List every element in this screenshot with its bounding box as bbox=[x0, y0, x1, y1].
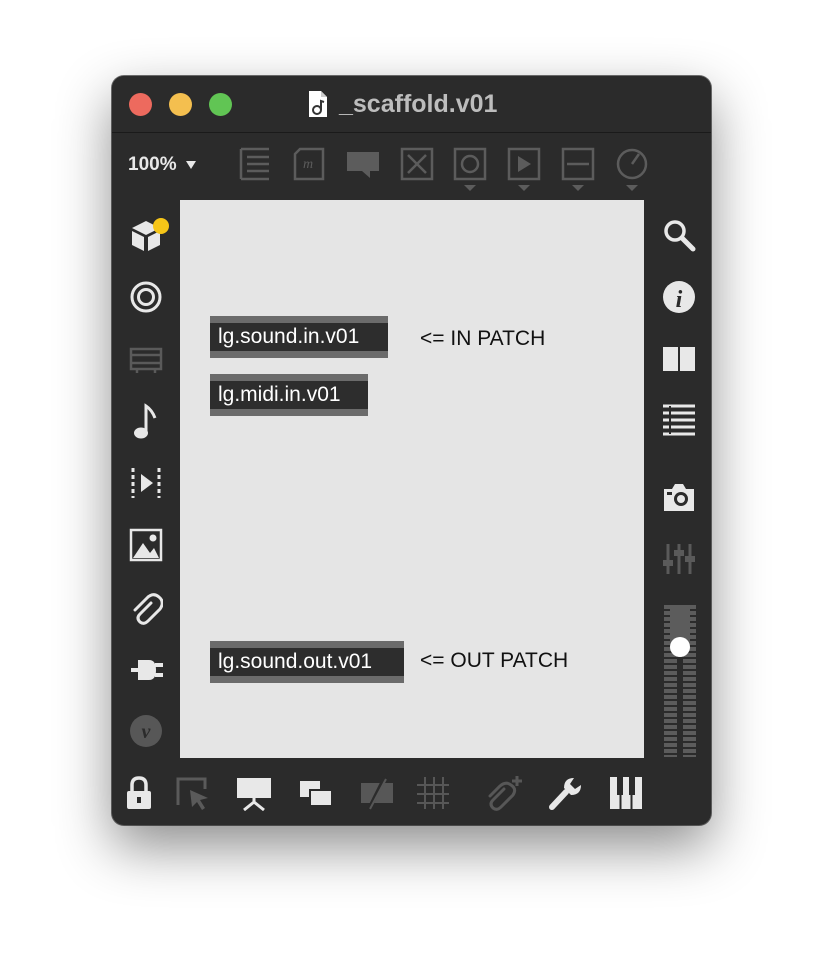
comment-text[interactable]: <= OUT PATCH bbox=[420, 649, 568, 673]
add-attachment-icon[interactable] bbox=[484, 775, 524, 811]
comment-text[interactable]: <= IN PATCH bbox=[420, 327, 545, 351]
hide-icon[interactable] bbox=[359, 775, 395, 811]
wrench-icon[interactable] bbox=[548, 775, 584, 811]
patcher-window: _scaffold.v01 100% m v lg.sound.in.v01 l… bbox=[112, 76, 711, 825]
video-icon[interactable] bbox=[129, 346, 163, 374]
image-icon[interactable] bbox=[129, 528, 163, 562]
mixer-icon[interactable] bbox=[662, 542, 696, 576]
svg-text:v: v bbox=[142, 721, 152, 743]
comment-icon[interactable] bbox=[346, 146, 380, 182]
play-toggle-icon[interactable] bbox=[507, 146, 541, 192]
close-button[interactable] bbox=[129, 93, 152, 116]
object-box[interactable]: lg.midi.in.v01 bbox=[210, 374, 368, 416]
select-icon[interactable] bbox=[175, 775, 211, 811]
object-label: lg.sound.in.v01 bbox=[210, 323, 388, 351]
left-palette: v bbox=[112, 200, 180, 758]
dial-icon[interactable] bbox=[615, 146, 649, 192]
grid-icon[interactable] bbox=[415, 775, 451, 811]
object-label: lg.midi.in.v01 bbox=[210, 381, 368, 409]
file-music-icon bbox=[309, 91, 327, 117]
zoom-menu[interactable]: 100% bbox=[128, 154, 197, 176]
info-icon[interactable]: i bbox=[662, 280, 696, 314]
object-box[interactable]: lg.sound.in.v01 bbox=[210, 316, 388, 358]
slider-icon[interactable] bbox=[561, 146, 595, 192]
lock-icon[interactable] bbox=[124, 775, 154, 811]
title-bar[interactable]: _scaffold.v01 bbox=[112, 76, 711, 133]
window-title: _scaffold.v01 bbox=[307, 89, 497, 119]
media-timeline-icon[interactable] bbox=[129, 465, 163, 501]
book-icon[interactable] bbox=[662, 344, 696, 374]
message-box-icon[interactable]: m bbox=[292, 146, 326, 182]
chevron-down-icon bbox=[185, 161, 196, 169]
search-icon[interactable] bbox=[662, 218, 696, 252]
object-toolbar: 100% m bbox=[112, 133, 711, 200]
window-title-text: _scaffold.v01 bbox=[339, 89, 498, 118]
piano-icon[interactable] bbox=[609, 775, 643, 811]
bottom-toolbar bbox=[112, 758, 711, 825]
svg-text:m: m bbox=[303, 157, 313, 172]
right-palette: i bbox=[644, 200, 711, 758]
plugin-icon[interactable] bbox=[129, 652, 163, 688]
zoom-button[interactable] bbox=[209, 93, 232, 116]
button-icon[interactable] bbox=[453, 146, 487, 192]
patcher-canvas[interactable]: lg.sound.in.v01 lg.midi.in.v01 lg.sound.… bbox=[180, 200, 644, 758]
svg-text:i: i bbox=[676, 287, 683, 313]
object-label: lg.sound.out.v01 bbox=[210, 648, 404, 676]
audio-icon[interactable] bbox=[129, 280, 163, 314]
camera-icon[interactable] bbox=[662, 480, 696, 514]
minimize-button[interactable] bbox=[169, 93, 192, 116]
zoom-level: 100% bbox=[128, 154, 177, 175]
layers-icon[interactable] bbox=[298, 775, 334, 811]
presentation-mode-icon[interactable] bbox=[238, 146, 272, 182]
vimeo-icon[interactable]: v bbox=[129, 714, 163, 748]
level-meter[interactable] bbox=[662, 605, 698, 757]
list-icon[interactable] bbox=[662, 402, 696, 438]
new-objects-icon[interactable] bbox=[129, 216, 173, 254]
object-box[interactable]: lg.sound.out.v01 bbox=[210, 641, 404, 683]
attachment-icon[interactable] bbox=[129, 589, 163, 625]
toggle-x-icon[interactable] bbox=[400, 146, 434, 182]
music-note-icon[interactable] bbox=[129, 402, 163, 442]
presentation-icon[interactable] bbox=[236, 775, 272, 811]
